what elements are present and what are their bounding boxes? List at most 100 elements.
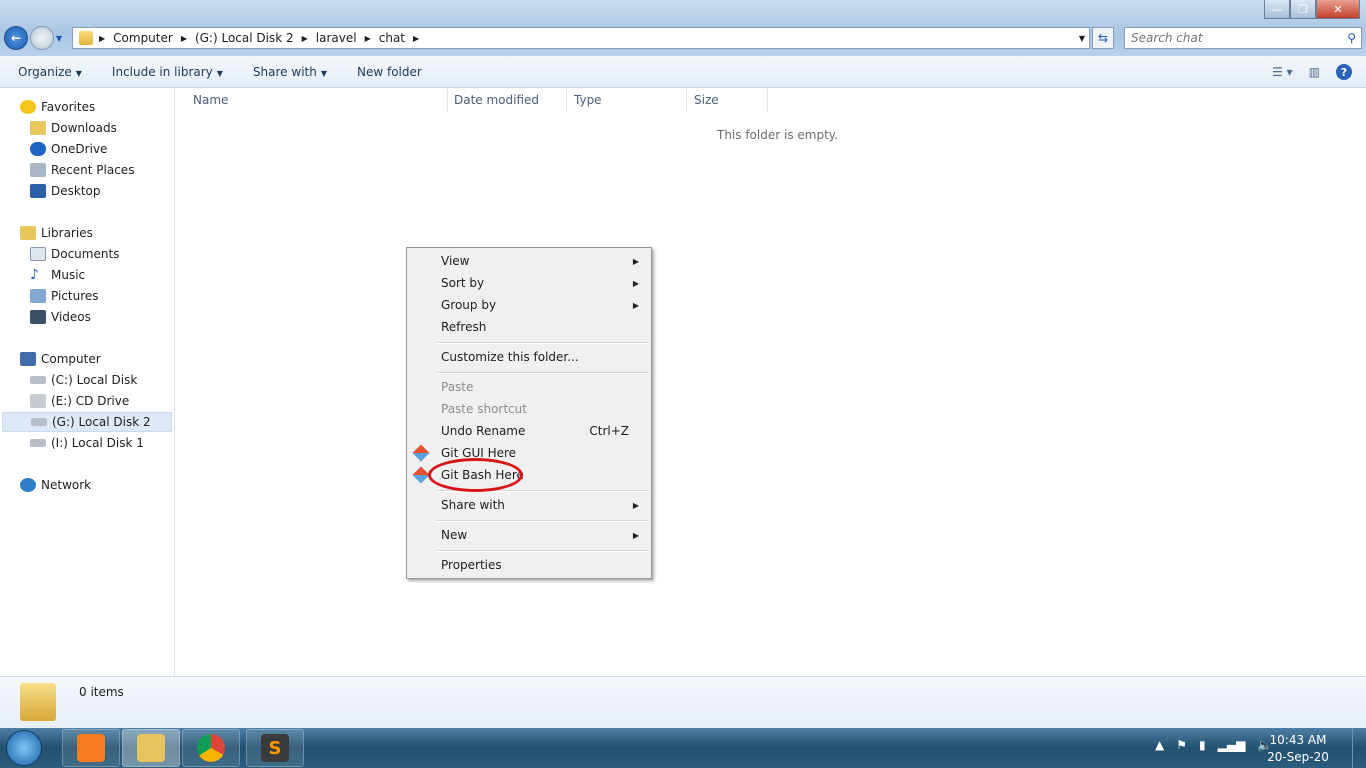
documents-icon [30, 247, 46, 261]
drive-icon [30, 439, 46, 447]
back-button[interactable]: ← [4, 26, 28, 50]
folder-icon [79, 31, 93, 45]
menu-item-undo-rename[interactable]: Undo Rename Ctrl+Z [409, 420, 649, 442]
menu-item-group-by[interactable]: Group by ▶ [409, 294, 649, 316]
git-icon [412, 444, 430, 462]
cloud-icon [30, 142, 46, 156]
item-count: 0 items [79, 685, 124, 699]
sidebar-music[interactable]: ♪ Music [30, 265, 85, 285]
chevron-right-icon[interactable]: ▶ [181, 34, 187, 43]
menu-item-paste[interactable]: Paste [409, 376, 649, 398]
sidebar-recent-places[interactable]: Recent Places [30, 160, 134, 180]
sidebar-computer[interactable]: Computer [20, 349, 101, 369]
drive-icon [31, 418, 47, 426]
menu-item-customize[interactable]: Customize this folder... [409, 346, 649, 368]
column-size[interactable]: Size [677, 88, 768, 112]
recent-pages-dropdown[interactable]: ▼ [56, 34, 62, 43]
sidebar-onedrive[interactable]: OneDrive [30, 139, 107, 159]
search-box[interactable]: ⚲ [1124, 27, 1362, 49]
new-folder-button[interactable]: New folder [357, 65, 422, 79]
refresh-button[interactable]: ⇆ [1092, 27, 1114, 49]
chevron-right-icon[interactable]: ▶ [302, 34, 308, 43]
start-button[interactable] [6, 730, 42, 766]
submenu-arrow-icon: ▶ [632, 500, 639, 510]
search-input[interactable] [1131, 31, 1331, 45]
sidebar-pictures[interactable]: Pictures [30, 286, 99, 306]
sidebar-drive-c[interactable]: (C:) Local Disk [30, 370, 137, 390]
desktop-icon [30, 184, 46, 198]
breadcrumb-laravel[interactable]: laravel [316, 31, 357, 45]
navigation-pane: Favorites Downloads OneDrive Recent Plac… [0, 88, 175, 676]
help-icon[interactable]: ? [1336, 64, 1352, 80]
column-name[interactable]: Name [176, 88, 448, 112]
details-pane: 0 items [0, 676, 1366, 728]
menu-item-sort-by[interactable]: Sort by ▶ [409, 272, 649, 294]
view-options-icon[interactable]: ☰ ▾ [1272, 65, 1293, 79]
recent-places-icon [30, 163, 46, 177]
breadcrumb-computer[interactable]: Computer [113, 31, 173, 45]
xampp-icon [77, 734, 105, 762]
chevron-right-icon[interactable]: ▶ [365, 34, 371, 43]
column-date-modified[interactable]: Date modified [437, 88, 567, 112]
preview-pane-icon[interactable]: ▥ [1309, 65, 1320, 79]
chevron-right-icon[interactable]: ▶ [413, 34, 419, 43]
submenu-arrow-icon: ▶ [632, 530, 639, 540]
menu-separator [437, 550, 649, 552]
minimize-button[interactable]: — [1264, 0, 1290, 19]
computer-icon [20, 352, 36, 366]
breadcrumb-chat[interactable]: chat [379, 31, 405, 45]
taskbar-xampp[interactable] [62, 729, 120, 767]
menu-item-paste-shortcut[interactable]: Paste shortcut [409, 398, 649, 420]
downloads-folder-icon [30, 121, 46, 135]
menu-item-new[interactable]: New ▶ [409, 524, 649, 546]
breadcrumb-g-drive[interactable]: (G:) Local Disk 2 [195, 31, 294, 45]
drive-icon [30, 376, 46, 384]
show-hidden-icons[interactable]: ▲ [1155, 738, 1164, 752]
include-in-library-button[interactable]: Include in library ▼ [112, 65, 223, 79]
submenu-arrow-icon: ▶ [632, 300, 639, 310]
sidebar-drive-g[interactable]: (G:) Local Disk 2 [2, 412, 172, 432]
share-with-button[interactable]: Share with ▼ [253, 65, 327, 79]
videos-icon [30, 310, 46, 324]
action-center-icon[interactable]: ⚑ [1176, 738, 1187, 752]
menu-item-share-with[interactable]: Share with ▶ [409, 494, 649, 516]
taskbar: S ▲ ⚑ ▮ ▂▄▆ 🔈 10:43 AM 20-Sep-20 [0, 728, 1366, 768]
highlight-circle-annotation [428, 458, 523, 492]
sidebar-drive-e[interactable]: (E:) CD Drive [30, 391, 129, 411]
sidebar-network[interactable]: Network [20, 475, 91, 495]
battery-icon[interactable]: ▮ [1199, 738, 1206, 752]
organize-button[interactable]: Organize ▼ [18, 65, 82, 79]
maximize-button[interactable]: ❐ [1290, 0, 1316, 19]
taskbar-chrome[interactable] [182, 729, 240, 767]
pictures-icon [30, 289, 46, 303]
music-icon: ♪ [30, 267, 39, 283]
clock[interactable]: 10:43 AM 20-Sep-20 [1258, 732, 1338, 766]
signal-icon[interactable]: ▂▄▆ [1218, 738, 1246, 752]
taskbar-sublime[interactable]: S [246, 729, 304, 767]
sidebar-documents[interactable]: Documents [30, 244, 119, 264]
menu-item-refresh[interactable]: Refresh [409, 316, 649, 338]
chrome-icon [197, 734, 225, 762]
menu-item-view[interactable]: View ▶ [409, 250, 649, 272]
chevron-right-icon[interactable]: ▶ [99, 34, 105, 43]
sidebar-videos[interactable]: Videos [30, 307, 91, 327]
address-bar[interactable]: ▶ Computer ▶ (G:) Local Disk 2 ▶ laravel ▶ c… [72, 27, 1090, 49]
sidebar-desktop[interactable]: Desktop [30, 181, 101, 201]
sidebar-favorites[interactable]: Favorites [20, 97, 95, 117]
sidebar-libraries[interactable]: Libraries [20, 223, 93, 243]
menu-separator [437, 372, 649, 374]
address-dropdown[interactable]: ▼ [1079, 34, 1085, 43]
submenu-arrow-icon: ▶ [632, 278, 639, 288]
forward-button[interactable] [30, 26, 54, 50]
sidebar-downloads[interactable]: Downloads [30, 118, 117, 138]
file-list[interactable]: Name Date modified Type Size This folder… [176, 88, 1366, 676]
menu-item-properties[interactable]: Properties [409, 554, 649, 576]
sidebar-drive-i[interactable]: (I:) Local Disk 1 [30, 433, 144, 453]
show-desktop-button[interactable] [1352, 728, 1366, 768]
taskbar-explorer[interactable] [122, 729, 180, 767]
close-button[interactable]: ✕ [1316, 0, 1360, 19]
column-type[interactable]: Type [557, 88, 687, 112]
submenu-arrow-icon: ▶ [632, 256, 639, 266]
search-icon[interactable]: ⚲ [1347, 31, 1356, 45]
network-icon [20, 478, 36, 492]
